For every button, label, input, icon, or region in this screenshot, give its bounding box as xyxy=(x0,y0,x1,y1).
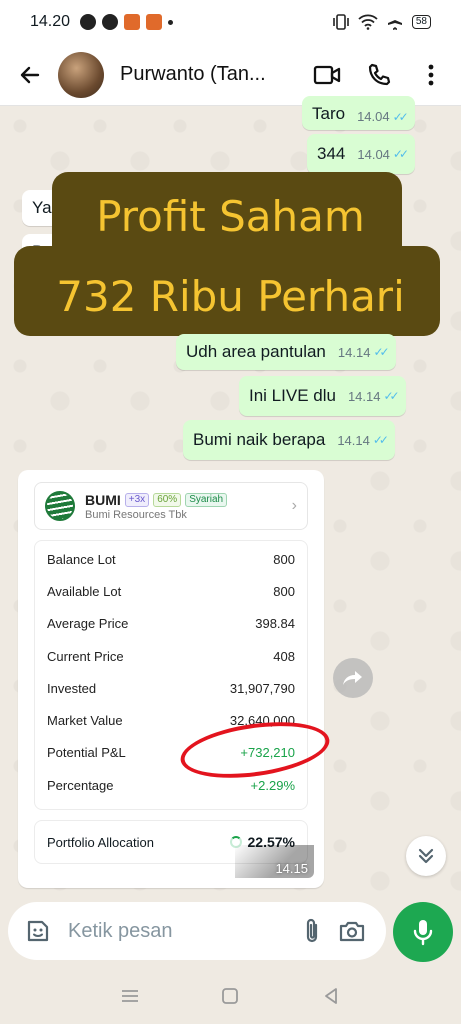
detail-row: Available Lot 800 xyxy=(47,575,295,607)
detail-value: 398.84 xyxy=(255,616,295,632)
vibrate-icon xyxy=(333,14,349,30)
menu-button[interactable] xyxy=(411,55,451,95)
message-text: Ini LIVE dlu xyxy=(249,386,336,405)
message-input[interactable]: Ketik pesan xyxy=(68,920,292,943)
leverage-tag: +3x xyxy=(124,492,150,507)
voice-message-button[interactable] xyxy=(393,902,453,962)
read-ticks-icon: ✓✓ xyxy=(383,389,400,403)
detail-value: 408 xyxy=(273,648,295,664)
scroll-to-bottom-button[interactable] xyxy=(406,836,446,876)
double-chevron-down-icon xyxy=(418,848,434,864)
detail-label: Invested xyxy=(47,680,97,696)
stock-screenshot[interactable]: BUMI +3x 60% Syariah Bumi Resources Tbk … xyxy=(22,474,320,884)
wifi-icon xyxy=(358,14,378,30)
chevron-right-icon: › xyxy=(291,497,297,514)
notification-icons xyxy=(80,14,174,30)
company-name: Bumi Resources Tbk xyxy=(85,508,187,521)
detail-value: 800 xyxy=(273,551,295,567)
read-ticks-icon: ✓✓ xyxy=(392,147,409,161)
message-outgoing[interactable]: Ini LIVE dlu 14.14 ✓✓ xyxy=(239,376,406,416)
message-time: 14.04 xyxy=(357,109,390,124)
detail-label: Average Price xyxy=(47,616,129,632)
read-ticks-icon: ✓✓ xyxy=(373,345,389,359)
read-ticks-icon: ✓✓ xyxy=(392,109,409,124)
detail-row: Average Price 398.84 xyxy=(47,608,295,640)
stock-ticker: BUMI xyxy=(85,491,121,508)
read-ticks-icon: ✓✓ xyxy=(372,433,389,447)
allocation-label: Portfolio Allocation xyxy=(47,834,154,850)
detail-row: Invested 31,907,790 xyxy=(47,672,295,704)
detail-row: Balance Lot 800 xyxy=(47,543,295,575)
bumi-logo-icon xyxy=(45,491,75,521)
status-time: 14.20 xyxy=(30,13,71,30)
message-time: 14.14 xyxy=(347,388,381,404)
attach-button[interactable] xyxy=(292,911,332,951)
detail-label: Available Lot xyxy=(47,583,122,599)
stock-header: BUMI +3x 60% Syariah Bumi Resources Tbk … xyxy=(34,482,308,530)
detail-label: Market Value xyxy=(47,713,123,729)
message-text: Bumi naik berapa xyxy=(193,430,326,449)
detail-value: 800 xyxy=(273,583,295,599)
percent-tag: 60% xyxy=(153,492,182,507)
system-icons: 58 xyxy=(332,14,431,30)
detail-value: 31,907,790 xyxy=(229,680,295,696)
forward-button[interactable] xyxy=(333,658,373,698)
home-button[interactable] xyxy=(210,976,250,1016)
recent-apps-button[interactable] xyxy=(110,976,150,1016)
detail-row: Current Price 408 xyxy=(47,640,295,672)
phone-icon xyxy=(368,63,391,85)
image-message[interactable]: BUMI +3x 60% Syariah Bumi Resources Tbk … xyxy=(18,470,324,888)
message-outgoing[interactable]: Udh area pantulan 14.14 ✓✓ xyxy=(176,334,396,370)
arrow-left-icon xyxy=(20,66,40,83)
menu-lines-icon xyxy=(122,990,139,1002)
message-text: Taro xyxy=(312,104,346,123)
contact-avatar[interactable] xyxy=(58,51,104,98)
more-notifications-dot xyxy=(168,19,174,25)
whatsapp-icon xyxy=(80,14,97,30)
system-back-button[interactable] xyxy=(311,976,351,1016)
microphone-icon xyxy=(413,920,433,946)
detail-label: Potential P&L xyxy=(47,745,126,761)
overlay-title-line2: 732 Ribu Perhari xyxy=(56,272,405,321)
sticker-button[interactable] xyxy=(22,915,54,947)
camera-button[interactable] xyxy=(332,911,372,951)
message-time: 14.14 xyxy=(337,344,371,360)
messenger-icon xyxy=(102,14,119,30)
message-composer: Ketik pesan xyxy=(8,902,386,960)
camera-icon xyxy=(339,921,365,942)
detail-label: Percentage xyxy=(47,777,114,793)
notification-app-icon xyxy=(124,14,141,30)
contact-name[interactable]: Purwanto (Tan... xyxy=(120,63,295,86)
back-button[interactable] xyxy=(10,55,50,95)
overlay-title-line1: Profit Saham xyxy=(96,192,365,241)
message-outgoing[interactable]: Bumi naik berapa 14.14 ✓✓ xyxy=(183,420,395,460)
square-icon xyxy=(222,988,239,1004)
notification-app-icon-2 xyxy=(146,14,163,30)
airplane-icon xyxy=(387,15,402,30)
message-outgoing[interactable]: 344 14.04 ✓✓ xyxy=(307,134,416,174)
system-nav-bar xyxy=(0,968,461,1024)
detail-label: Balance Lot xyxy=(47,551,116,567)
more-vertical-icon xyxy=(428,64,434,85)
forward-icon xyxy=(343,671,362,685)
message-text: Udh area pantulan xyxy=(186,342,326,361)
video-call-button[interactable] xyxy=(307,55,347,95)
paperclip-icon xyxy=(306,918,318,943)
voice-call-button[interactable] xyxy=(359,55,399,95)
video-camera-icon xyxy=(313,65,341,84)
message-time: 14.14 xyxy=(337,432,370,448)
message-time: 14.04 xyxy=(357,146,390,162)
message-text: 344 xyxy=(317,144,346,163)
triangle-back-icon xyxy=(324,988,337,1004)
message-outgoing[interactable]: Taro 14.04 ✓✓ xyxy=(302,96,415,130)
sharia-tag: Syariah xyxy=(185,492,228,507)
image-time: 14.15 xyxy=(235,845,314,878)
sticker-icon xyxy=(27,920,49,942)
status-bar: 14.20 58 xyxy=(0,0,461,44)
percentage-value: +2.29% xyxy=(250,777,295,793)
battery-icon: 58 xyxy=(411,15,431,29)
detail-label: Current Price xyxy=(47,648,124,664)
